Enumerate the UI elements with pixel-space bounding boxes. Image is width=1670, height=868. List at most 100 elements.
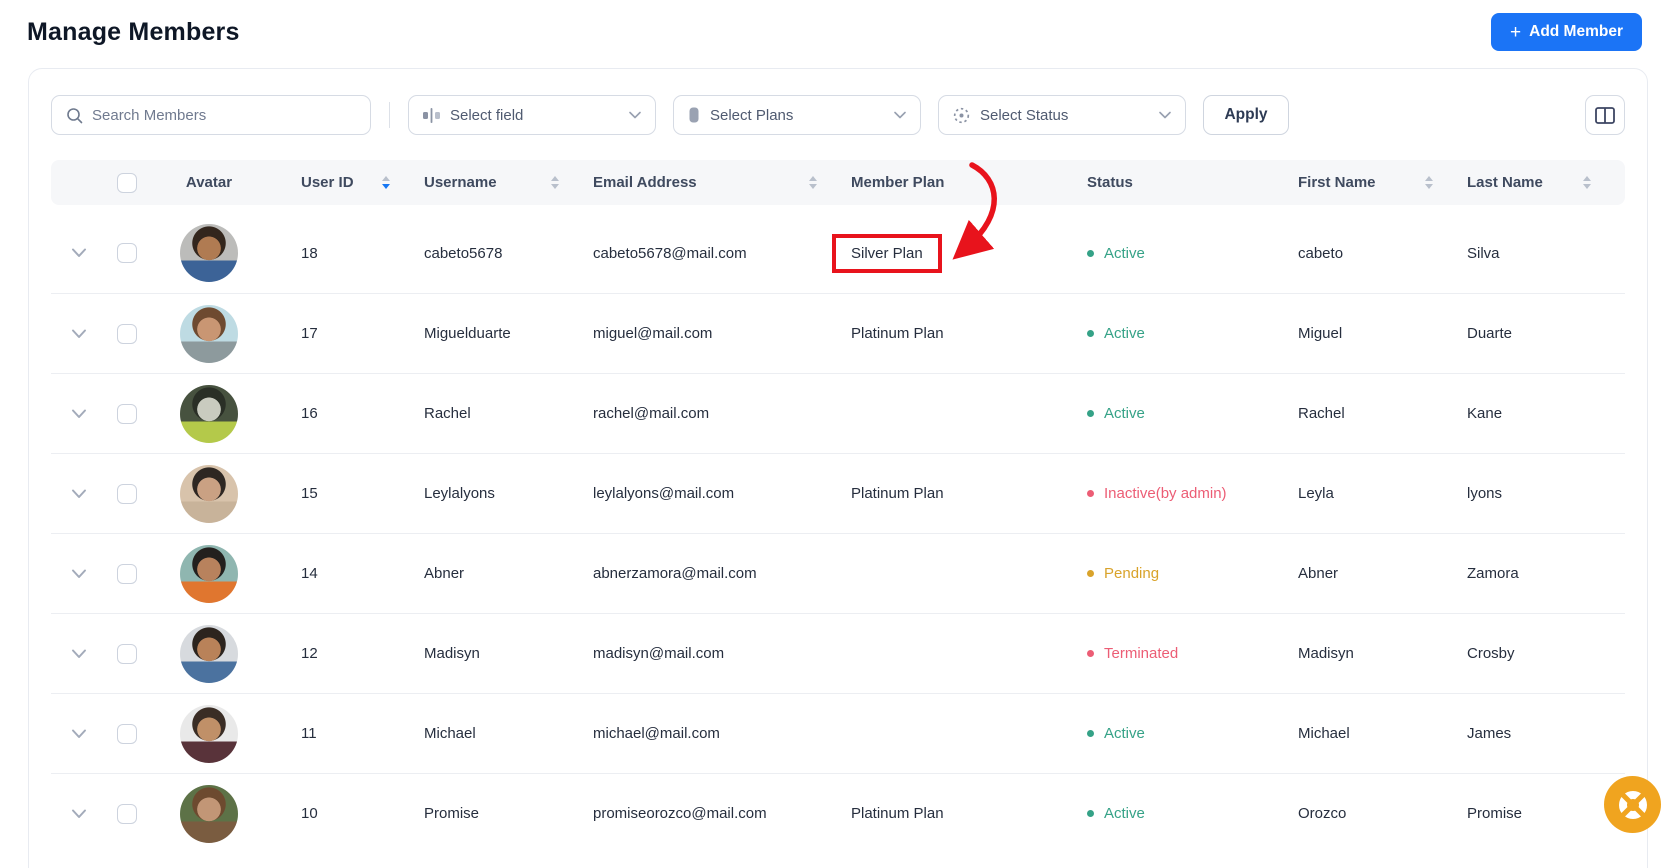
username-cell: Miguelduarte (424, 325, 511, 342)
member-plan-value: Platinum Plan (851, 325, 944, 342)
status-cell: Terminated (1087, 645, 1298, 662)
sort-icon-user-id[interactable] (382, 176, 390, 189)
first-name-cell: Michael (1298, 725, 1350, 742)
sort-icon-email[interactable] (809, 176, 817, 189)
table-row: 14 Abner abnerzamora@mail.com Pending Ab… (51, 533, 1625, 613)
search-input[interactable] (92, 106, 356, 124)
chevron-down-icon (72, 329, 86, 338)
avatar (180, 464, 238, 523)
add-member-button[interactable]: + Add Member (1491, 13, 1642, 51)
user-id-cell: 14 (301, 565, 318, 582)
expand-row-button[interactable] (71, 648, 87, 660)
last-name-cell: lyons (1467, 485, 1503, 502)
avatar (180, 304, 238, 363)
status-dot-icon (1087, 330, 1094, 337)
user-id-cell: 10 (301, 805, 318, 822)
select-status-dropdown[interactable]: Select Status (938, 95, 1186, 135)
avatar (180, 544, 238, 603)
sort-icon-last-name[interactable] (1583, 176, 1591, 189)
select-field-label: Select field (450, 106, 524, 124)
email-cell: cabeto5678@mail.com (593, 244, 747, 262)
chevron-down-icon (72, 489, 86, 498)
user-id-cell: 15 (301, 485, 318, 502)
table-row: 16 Rachel rachel@mail.com Active Rachel … (51, 373, 1625, 453)
chevron-down-icon (629, 111, 641, 119)
sort-icon-first-name[interactable] (1425, 176, 1433, 189)
status-dot-icon (1087, 730, 1094, 737)
row-checkbox[interactable] (117, 243, 137, 263)
first-name-cell: Abner (1298, 565, 1339, 582)
status-dot-icon (1087, 810, 1094, 817)
chevron-down-icon (1159, 111, 1171, 119)
filter-divider (389, 102, 390, 128)
search-icon (67, 107, 83, 123)
status-dot-icon (1087, 249, 1094, 257)
add-member-label: Add Member (1529, 23, 1623, 40)
expand-row-button[interactable] (71, 408, 87, 420)
status-cell: Active (1087, 805, 1298, 822)
status-cell: Active (1087, 405, 1298, 422)
apply-button[interactable]: Apply (1203, 95, 1289, 135)
expand-row-button[interactable] (71, 247, 87, 259)
column-email[interactable]: Email Address (593, 174, 851, 191)
status-label: Active (1104, 244, 1145, 262)
expand-row-button[interactable] (71, 568, 87, 580)
status-cell: Active (1087, 325, 1298, 342)
last-name-cell: Zamora (1467, 565, 1519, 582)
expand-row-button[interactable] (71, 328, 87, 340)
table-row: 12 Madisyn madisyn@mail.com Terminated M… (51, 613, 1625, 693)
email-cell: leylalyons@mail.com (593, 485, 735, 502)
email-cell: michael@mail.com (593, 725, 720, 742)
status-label: Active (1104, 405, 1145, 422)
status-label: Active (1104, 325, 1145, 342)
status-cell: Inactive(by admin) (1087, 485, 1298, 502)
expand-row-button[interactable] (71, 808, 87, 820)
row-checkbox[interactable] (117, 803, 137, 824)
filter-bar: Select field Select Plans Select Status (51, 95, 1625, 135)
row-checkbox[interactable] (117, 563, 137, 584)
last-name-cell: Crosby (1467, 645, 1515, 662)
status-label: Pending (1104, 565, 1160, 582)
last-name-cell: Duarte (1467, 325, 1513, 342)
status-cell: Active (1087, 245, 1298, 262)
first-name-cell: cabeto (1298, 244, 1344, 262)
row-checkbox[interactable] (117, 483, 137, 504)
avatar (180, 224, 238, 282)
column-last-name[interactable]: Last Name (1467, 174, 1625, 191)
plan-icon (689, 107, 699, 123)
table-row: 17 Miguelduarte miguel@mail.com Platinum… (51, 293, 1625, 373)
select-plans-dropdown[interactable]: Select Plans (673, 95, 921, 135)
table-row: 10 Promise promiseorozco@mail.com Platin… (51, 773, 1625, 853)
user-id-cell: 11 (301, 725, 317, 742)
status-dot-icon (1087, 650, 1094, 657)
last-name-cell: Kane (1467, 405, 1503, 422)
expand-row-button[interactable] (71, 488, 87, 500)
status-label: Terminated (1104, 645, 1179, 662)
field-icon (423, 107, 440, 123)
row-checkbox[interactable] (117, 403, 137, 424)
avatar (180, 784, 238, 843)
sort-icon-username[interactable] (551, 176, 559, 189)
column-first-name[interactable]: First Name (1298, 174, 1467, 191)
column-member-plan: Member Plan (851, 174, 945, 191)
column-username[interactable]: Username (424, 174, 593, 191)
member-plan-value: Silver Plan (832, 233, 942, 273)
status-label: Inactive(by admin) (1104, 485, 1227, 502)
row-checkbox[interactable] (117, 723, 137, 744)
lifebuoy-button[interactable] (1604, 776, 1661, 833)
topbar: Manage Members + Add Member (0, 0, 1670, 51)
expand-row-button[interactable] (71, 728, 87, 740)
search-members-box[interactable] (51, 95, 371, 135)
email-cell: madisyn@mail.com (593, 645, 725, 662)
row-checkbox[interactable] (117, 323, 137, 344)
row-checkbox[interactable] (117, 643, 137, 664)
select-field-dropdown[interactable]: Select field (408, 95, 656, 135)
column-settings-button[interactable] (1585, 95, 1625, 135)
select-all-checkbox[interactable] (117, 172, 137, 193)
column-user-id[interactable]: User ID (271, 174, 424, 191)
user-id-cell: 18 (301, 244, 318, 262)
chevron-down-icon (894, 111, 906, 119)
first-name-cell: Madisyn (1298, 645, 1354, 662)
plus-icon: + (1510, 21, 1522, 43)
table-row: 15 Leylalyons leylalyons@mail.com Platin… (51, 453, 1625, 533)
